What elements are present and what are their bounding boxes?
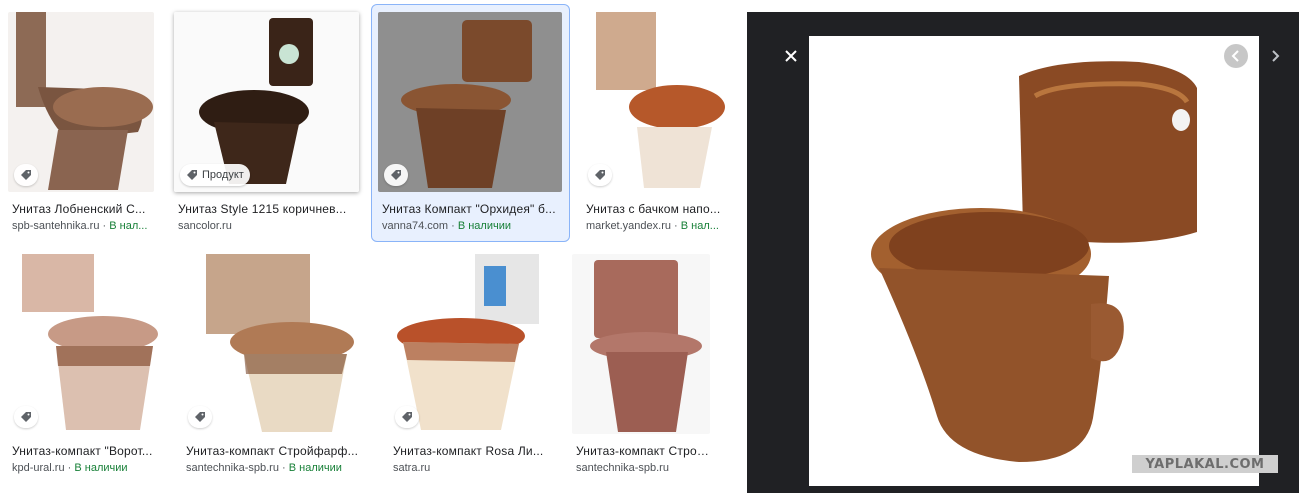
- result-title[interactable]: Унитаз Компакт "Орхидея" б...: [382, 202, 562, 216]
- stock-status: В нал...: [680, 220, 719, 232]
- result-title[interactable]: Унитаз-компакт Стройфарф...: [186, 444, 372, 458]
- image-search-page: Унитаз Лобненский С... spb-santehnika.ru…: [0, 0, 1299, 493]
- stock-status: В наличии: [74, 462, 128, 474]
- close-button[interactable]: [779, 44, 803, 68]
- result-thumbnail[interactable]: [8, 254, 163, 434]
- result-title[interactable]: Унитаз Лобненский С...: [12, 202, 152, 216]
- result-source: market.yandex.ru: [586, 220, 671, 232]
- result-source: vanna74.com: [382, 220, 449, 232]
- chevron-right-icon: [1272, 50, 1280, 62]
- result-card[interactable]: Унитаз Лобненский С... spb-santehnika.ru…: [8, 12, 158, 240]
- image-viewer-panel: YAPLAKAL.COM: [747, 12, 1299, 493]
- result-card[interactable]: Унитаз с бачком напо... market.yandex.ru…: [582, 12, 730, 240]
- tag-icon: [595, 170, 605, 180]
- tag-icon: [402, 412, 412, 422]
- result-meta: kpd-ural.ru · В наличии: [12, 462, 128, 474]
- result-source: satra.ru: [393, 462, 431, 474]
- result-source: santechnika-spb.ru: [576, 462, 669, 474]
- result-card[interactable]: Унитаз-компакт Стройфарф... santechnika-…: [182, 254, 374, 482]
- preview-toilet-image: [809, 36, 1259, 486]
- result-meta: santechnika-spb.ru: [576, 462, 712, 474]
- tag-icon: [21, 412, 31, 422]
- tag-icon: [21, 170, 31, 180]
- result-title[interactable]: Унитаз Style 1215 коричнев...: [178, 202, 358, 216]
- result-meta: vanna74.com · В наличии: [382, 220, 511, 232]
- product-tag-badge: [188, 406, 212, 428]
- result-card[interactable]: Продукт Унитаз Style 1215 коричнев... sa…: [174, 12, 364, 240]
- result-title[interactable]: Унитаз с бачком напо...: [586, 202, 726, 216]
- result-thumbnail[interactable]: [378, 12, 562, 192]
- result-thumbnail[interactable]: [389, 254, 553, 434]
- product-tag-badge: [384, 164, 408, 186]
- stock-status: В наличии: [457, 220, 511, 232]
- result-title[interactable]: Унитаз-компакт Rosa Ли...: [393, 444, 553, 458]
- result-source: spb-santehnika.ru: [12, 220, 100, 232]
- product-tag-badge: [14, 164, 38, 186]
- tag-icon: [195, 412, 205, 422]
- chevron-left-icon: [1231, 50, 1239, 62]
- product-tag-badge: [14, 406, 38, 428]
- stock-status: В нал...: [109, 220, 148, 232]
- previous-image-button[interactable]: [1224, 44, 1248, 68]
- result-card[interactable]: Унитаз-компакт "Ворот... kpd-ural.ru · В…: [8, 254, 168, 482]
- watermark: YAPLAKAL.COM: [1132, 455, 1278, 473]
- product-tag-badge: [588, 164, 612, 186]
- result-thumbnail[interactable]: Продукт: [174, 12, 359, 192]
- result-thumbnail[interactable]: [8, 12, 154, 192]
- result-card[interactable]: Унитаз-компакт Строй... santechnika-spb.…: [572, 254, 712, 482]
- product-tag-badge: [395, 406, 419, 428]
- next-image-button[interactable]: [1263, 44, 1287, 68]
- result-meta: sancolor.ru: [178, 220, 358, 232]
- result-thumbnail[interactable]: [572, 254, 710, 434]
- result-meta: market.yandex.ru · В нал...: [586, 220, 719, 232]
- result-meta: satra.ru: [393, 462, 553, 474]
- result-thumbnail[interactable]: [582, 12, 726, 192]
- result-card[interactable]: Унитаз-компакт Rosa Ли... satra.ru: [389, 254, 557, 482]
- preview-image[interactable]: [809, 36, 1259, 486]
- result-meta: spb-santehnika.ru · В нал...: [12, 220, 148, 232]
- stock-status: В наличии: [288, 462, 342, 474]
- result-source: santechnika-spb.ru: [186, 462, 279, 474]
- badge-label: Продукт: [202, 169, 244, 181]
- result-thumbnail[interactable]: [182, 254, 370, 434]
- result-title[interactable]: Унитаз-компакт "Ворот...: [12, 444, 162, 458]
- result-title[interactable]: Унитаз-компакт Строй...: [576, 444, 712, 458]
- tag-icon: [391, 170, 401, 180]
- close-icon: [785, 50, 797, 62]
- result-card-selected[interactable]: Унитаз Компакт "Орхидея" б... vanna74.co…: [378, 12, 566, 240]
- product-tag-badge: Продукт: [180, 164, 250, 186]
- result-meta: santechnika-spb.ru · В наличии: [186, 462, 342, 474]
- tag-icon: [187, 170, 197, 180]
- result-source: kpd-ural.ru: [12, 462, 65, 474]
- result-source: sancolor.ru: [178, 220, 232, 232]
